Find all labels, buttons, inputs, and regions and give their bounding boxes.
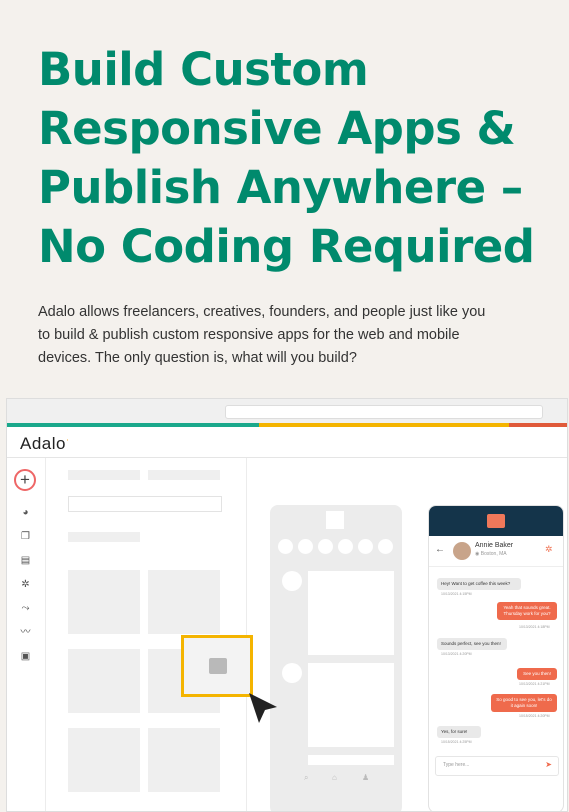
chat-bubbles-icon [487, 514, 505, 528]
component-tile[interactable] [148, 570, 220, 634]
component-tile[interactable] [68, 649, 140, 713]
contact-name: Annie Baker [475, 542, 514, 549]
headline-line: Responsive Apps & [38, 102, 516, 155]
browser-bar [7, 399, 567, 423]
post-image [308, 571, 394, 655]
placeholder-bar [148, 470, 220, 480]
chat-header [429, 506, 563, 536]
component-tile[interactable] [68, 728, 140, 792]
placeholder-bar [68, 470, 140, 480]
post-image [308, 755, 394, 765]
headline-line: Build Custom [38, 43, 369, 96]
message-timestamp: 10/13/2021 4:15PM [441, 592, 472, 596]
palette-icon[interactable]: ◕ [20, 507, 31, 518]
message-timestamp: 10/15/2021 4:25PM [441, 740, 472, 744]
trends-icon[interactable]: 〰 [20, 627, 31, 638]
settings-icon[interactable]: ✲ [545, 544, 553, 555]
phone-header-block [326, 511, 344, 529]
intro-line: devices. The only question is, what will… [38, 350, 357, 366]
message-timestamp: 10/13/2021 4:20PM [441, 652, 472, 656]
page-headline: Build Custom Responsive Apps & Publish A… [38, 40, 535, 276]
chat-message-incoming: Sounds perfect, see you then! [437, 638, 507, 650]
contact-location: ◉ Boston, MA [475, 551, 507, 557]
chat-phone-preview: ← Annie Baker ◉ Boston, MA ✲ Hey! Want t… [428, 505, 564, 811]
chat-contact-bar: ← Annie Baker ◉ Boston, MA ✲ [429, 538, 563, 567]
message-timestamp: 10/13/2021 4:21PM [519, 682, 550, 686]
message-timestamp: 10/13/2021 4:18PM [519, 625, 550, 629]
app-header: Adalo· [7, 427, 567, 458]
component-tile[interactable] [148, 728, 220, 792]
intro-paragraph: Adalo allows freelancers, creatives, fou… [38, 301, 558, 370]
story-avatar [378, 539, 393, 554]
adalo-logo[interactable]: Adalo· [20, 434, 69, 454]
headline-line: No Coding Required [38, 220, 535, 273]
intro-line: Adalo allows freelancers, creatives, fou… [38, 304, 486, 320]
back-arrow-icon[interactable]: ← [435, 544, 445, 555]
database-icon[interactable]: ▤ [20, 555, 31, 566]
home-icon[interactable]: ⌂ [332, 773, 337, 782]
screens-icon[interactable]: ❐ [20, 531, 31, 542]
profile-icon[interactable]: ♟ [362, 773, 369, 782]
tool-rail: + ◕ ❐ ▤ ✲ ⤳ 〰 ▣ [7, 458, 46, 811]
chat-message-outgoing: Yeah that sounds great. Thursday work fo… [497, 602, 557, 620]
image-icon [209, 658, 227, 674]
placeholder-bar [68, 532, 140, 542]
selected-image-component[interactable] [181, 635, 253, 697]
post-avatar [282, 571, 302, 591]
post-image [308, 663, 394, 747]
story-avatar [298, 539, 313, 554]
add-component-button[interactable]: + [14, 469, 36, 491]
intro-line: to build & publish custom responsive app… [38, 327, 460, 343]
component-tile[interactable] [68, 570, 140, 634]
app-builder-screenshot: Adalo· + ◕ ❐ ▤ ✲ ⤳ 〰 ▣ ⌕ ⌂ ♟ ← Annie Bak… [6, 398, 568, 812]
story-avatar [278, 539, 293, 554]
hero-section: Build Custom Responsive Apps & Publish A… [0, 0, 569, 390]
send-icon[interactable]: ➤ [545, 760, 552, 769]
panel-search-input[interactable] [68, 496, 222, 512]
story-avatar [318, 539, 333, 554]
message-timestamp: 10/15/2021 4:20PM [519, 714, 550, 718]
analytics-icon[interactable]: ⤳ [20, 603, 31, 614]
settings-icon[interactable]: ✲ [20, 579, 31, 590]
publish-icon[interactable]: ▣ [20, 651, 31, 662]
chat-message-outgoing: See you then! [517, 668, 557, 680]
builder-phone-preview: ⌕ ⌂ ♟ [270, 505, 402, 811]
chat-message-outgoing: So good to see you, let's do it again so… [491, 694, 557, 712]
chat-message-incoming: Yes, for sure! [437, 726, 481, 738]
contact-avatar [453, 542, 471, 560]
address-bar[interactable] [225, 405, 543, 419]
chat-message-incoming: Hey! Want to get coffee this week? [437, 578, 521, 590]
story-avatar [358, 539, 373, 554]
message-composer[interactable]: Type here... ➤ [435, 756, 559, 776]
story-avatar [338, 539, 353, 554]
composer-placeholder: Type here... [443, 762, 470, 768]
headline-line: Publish Anywhere – [38, 161, 523, 214]
search-icon[interactable]: ⌕ [304, 773, 308, 783]
mouse-cursor-icon [249, 693, 277, 723]
post-avatar [282, 663, 302, 683]
